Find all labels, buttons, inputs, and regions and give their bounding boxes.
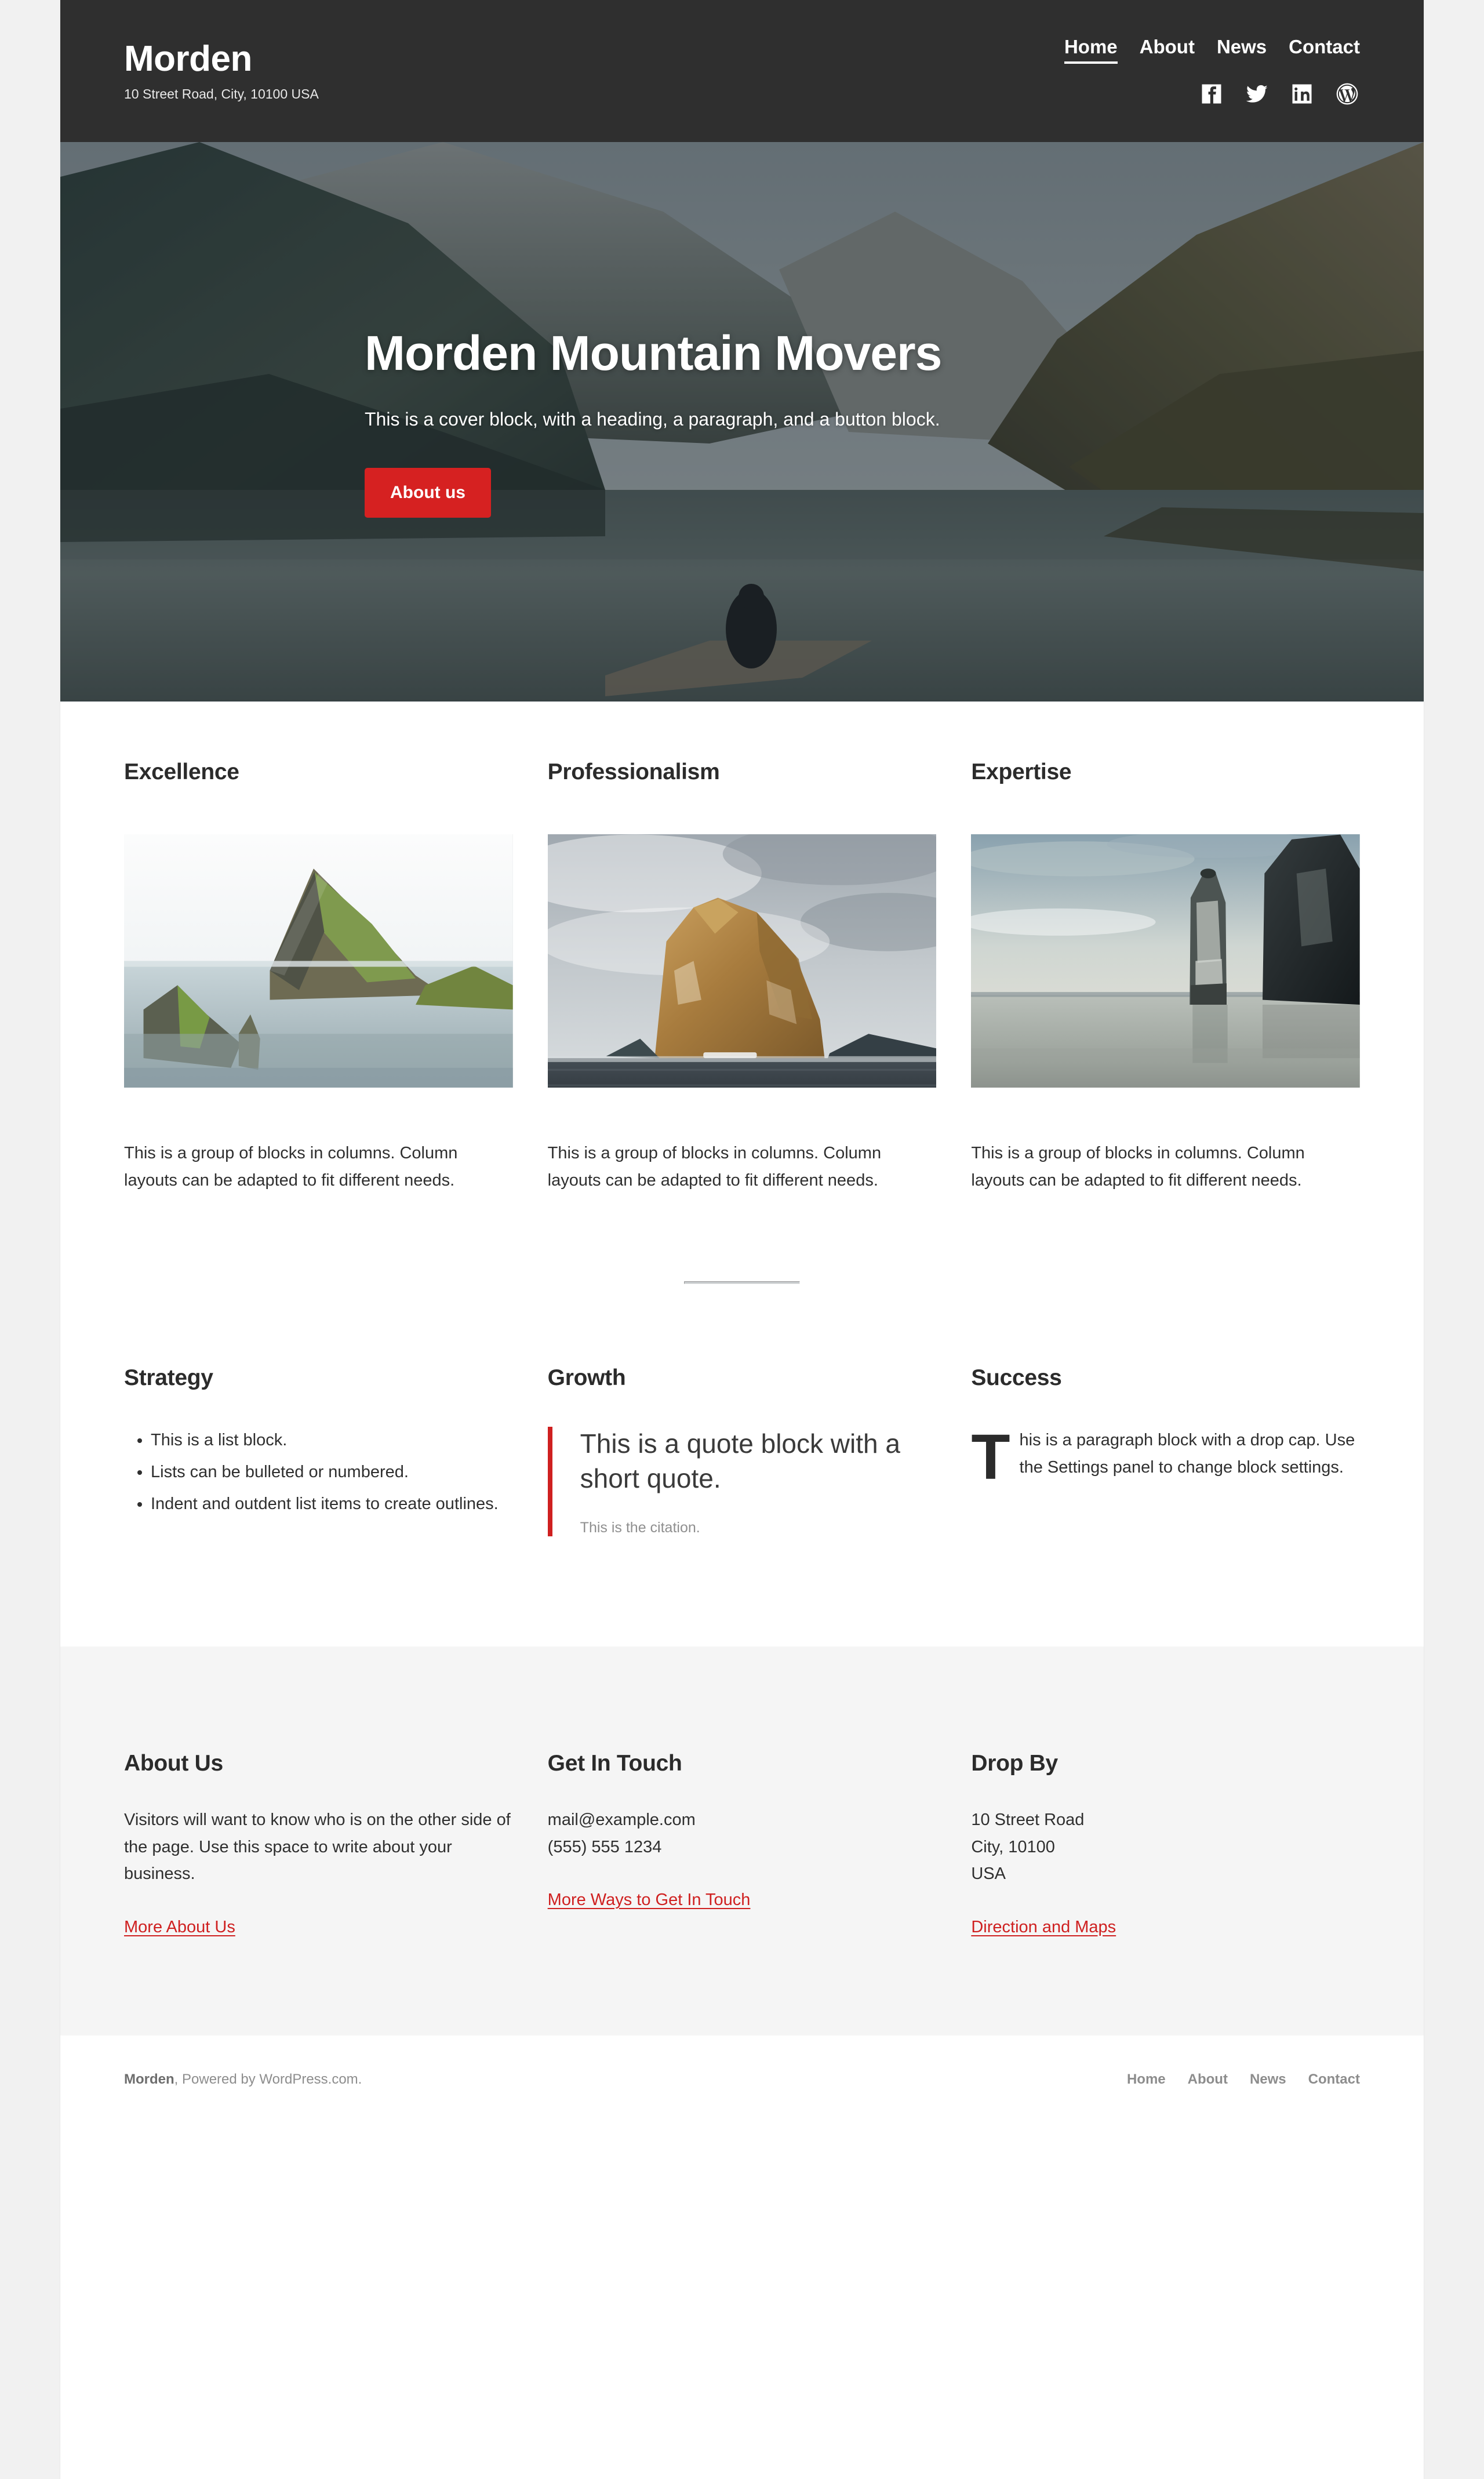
footer-phone: (555) 555 1234 [547,1837,662,1856]
feature-column-professionalism: Professionalism This is a group of block… [547,759,937,1194]
nav-item-about[interactable]: About [1140,36,1195,61]
footer-column-about: About Us Visitors will want to know who … [124,1751,513,1938]
strategy-heading: Strategy [124,1365,213,1390]
success-heading: Success [971,1365,1062,1390]
facebook-icon[interactable] [1199,81,1224,107]
nav-item-news[interactable]: News [1217,36,1267,61]
footer-address-line2: City, 10100 [971,1837,1055,1856]
quote-citation: This is the citation. [580,1519,700,1536]
footer-address-line1: 10 Street Road [971,1810,1085,1829]
footer-nav-item-contact[interactable]: Contact [1308,2071,1360,2088]
main-content: Excellence This is a group of blocks in … [60,701,1424,1646]
quote-block: This is a quote block with a short quote… [547,1426,937,1536]
primary-navigation: Home About News Contact [1064,36,1360,64]
colophon-rest: , Powered by WordPress.com. [174,2071,362,2088]
footer-address-heading: Drop By [971,1750,1058,1776]
twitter-icon[interactable] [1244,81,1270,107]
colophon-text: Morden, Powered by WordPress.com. [124,2071,362,2088]
blocks-columns: Strategy This is a list block. Lists can… [124,1365,1360,1646]
site-header: Morden 10 Street Road, City, 10100 USA H… [60,0,1424,142]
footer-about-heading: About Us [124,1750,223,1776]
separator-wrapper [124,1281,1360,1284]
block-column-success: Success This is a paragraph block with a… [971,1365,1360,1536]
nav-item-contact[interactable]: Contact [1289,36,1360,61]
block-column-growth: Growth This is a quote block with a shor… [547,1365,937,1536]
footer-contact-heading: Get In Touch [547,1750,682,1776]
footer-column-contact: Get In Touch mail@example.com (555) 555 … [548,1751,937,1938]
more-ways-to-get-in-touch-link[interactable]: More Ways to Get In Touch [548,1891,751,1910]
colophon-brand[interactable]: Morden [124,2071,174,2087]
cover-paragraph: This is a cover block, with a heading, a… [365,408,940,430]
feature-body: This is a group of blocks in columns. Co… [971,1144,1305,1190]
footer-columns: About Us Visitors will want to know who … [124,1751,1360,1938]
cover-block: Morden Mountain Movers This is a cover b… [60,142,1424,701]
feature-column-excellence: Excellence This is a group of blocks in … [124,759,513,1194]
footer-email: mail@example.com [547,1810,696,1829]
colophon-bar: Morden, Powered by WordPress.com. Home A… [60,2035,1424,2135]
footer-nav-item-about[interactable]: About [1188,2071,1228,2088]
site-footer: About Us Visitors will want to know who … [60,1646,1424,2036]
footer-column-address: Drop By 10 Street Road City, 10100 USA D… [971,1751,1360,1938]
feature-heading: Excellence [124,759,239,784]
feature-image-excellence [124,834,513,1088]
block-column-strategy: Strategy This is a list block. Lists can… [124,1365,513,1536]
site-title[interactable]: Morden [124,40,319,78]
direction-and-maps-link[interactable]: Direction and Maps [971,1918,1116,1937]
list-item: This is a list block. [151,1427,513,1454]
footer-address-line3: USA [971,1864,1006,1884]
footer-about-body: Visitors will want to know who is on the… [124,1810,511,1884]
strategy-list: This is a list block. Lists can be bulle… [124,1427,513,1518]
feature-body: This is a group of blocks in columns. Co… [124,1144,458,1190]
nav-item-home[interactable]: Home [1064,36,1118,64]
header-right: Home About News Contact [1064,36,1360,107]
footer-navigation: Home About News Contact [1127,2071,1360,2088]
feature-body: This is a group of blocks in columns. Co… [547,1144,882,1190]
growth-heading: Growth [547,1365,626,1390]
footer-nav-item-news[interactable]: News [1250,2071,1286,2088]
linkedin-icon[interactable] [1289,81,1315,107]
footer-nav-item-home[interactable]: Home [1127,2071,1166,2088]
feature-image-professionalism [547,834,937,1088]
dropcap-paragraph: This is a paragraph block with a drop ca… [971,1421,1355,1493]
site-tagline: 10 Street Road, City, 10100 USA [124,86,319,101]
feature-heading: Professionalism [547,759,720,784]
wordpress-icon[interactable] [1334,81,1360,107]
quote-text: This is a quote block with a short quote… [580,1428,900,1493]
about-us-button[interactable]: About us [365,467,491,518]
site-branding[interactable]: Morden 10 Street Road, City, 10100 USA [124,40,319,101]
feature-heading: Expertise [971,759,1072,784]
list-item: Indent and outdent list items to create … [151,1491,513,1518]
feature-image-expertise [971,834,1361,1088]
feature-column-expertise: Expertise This is a group of blocks in c… [971,759,1361,1194]
list-item: Lists can be bulleted or numbered. [151,1459,513,1486]
feature-columns: Excellence This is a group of blocks in … [124,759,1361,1194]
more-about-us-link[interactable]: More About Us [124,1918,235,1937]
section-separator [684,1281,800,1284]
social-links [1199,81,1360,107]
site-page: Morden 10 Street Road, City, 10100 USA H… [60,0,1424,2479]
cover-heading: Morden Mountain Movers [365,326,942,381]
